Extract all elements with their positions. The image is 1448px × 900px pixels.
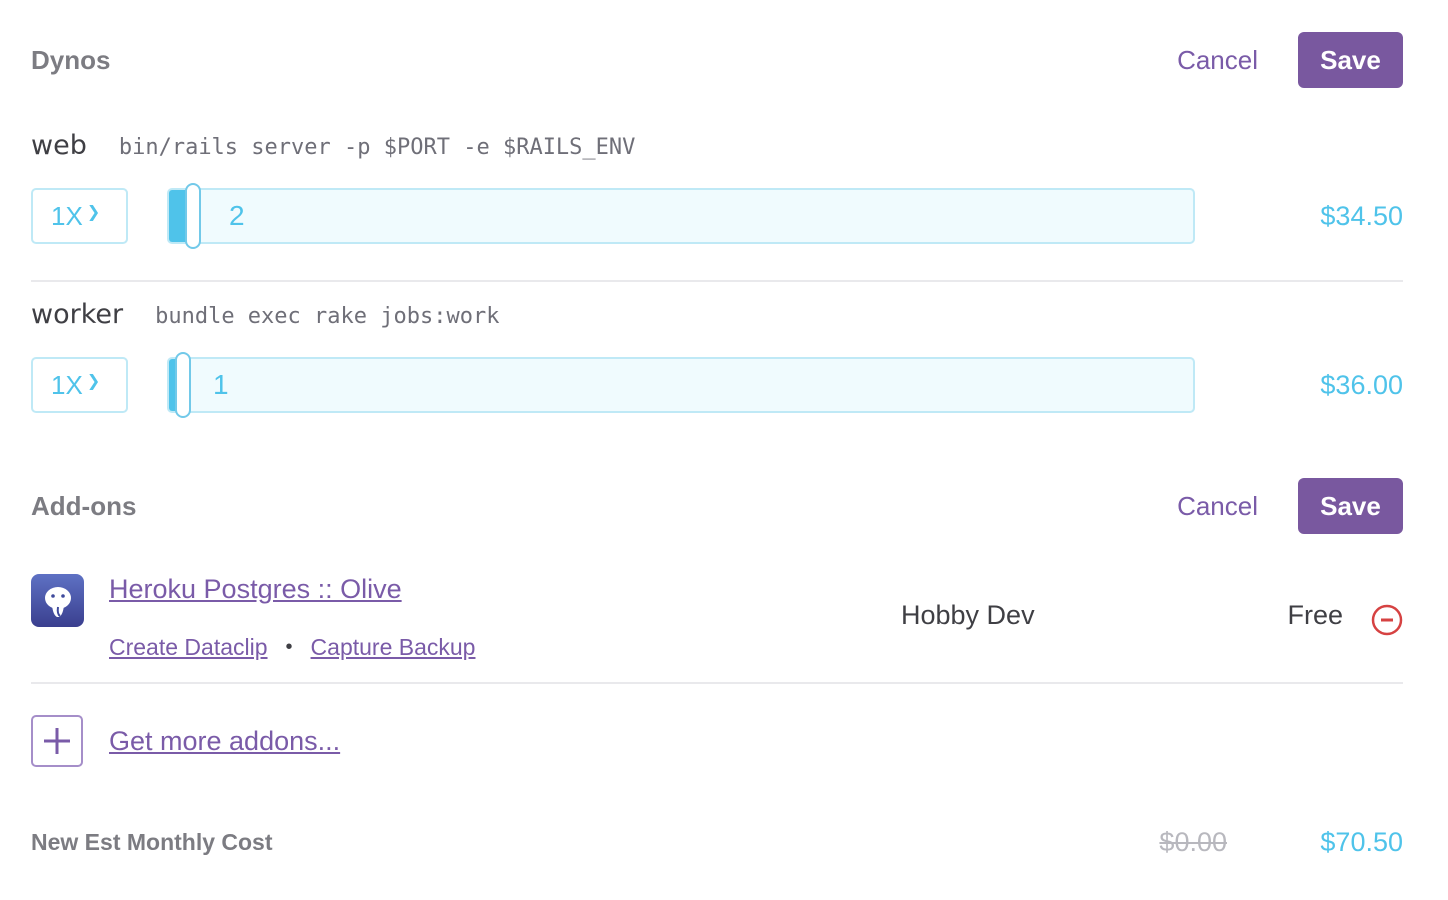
dyno-worker-size-value: 1X <box>51 369 83 400</box>
postgres-elephant-icon <box>31 574 84 627</box>
dyno-web-slider-handle[interactable] <box>185 183 201 249</box>
dyno-web-command: bin/rails server -p $PORT -e $RAILS_ENV <box>118 135 636 160</box>
dyno-web-controls: 1X ❯ 2 $34.50 <box>31 183 1403 249</box>
dynos-title: Dynos <box>31 44 111 75</box>
dyno-web-name: web <box>31 130 87 161</box>
capture-backup-link[interactable]: Capture Backup <box>311 634 476 661</box>
monthly-cost-row: New Est Monthly Cost $0.00 $70.50 <box>31 822 1403 862</box>
dyno-worker-slider-handle[interactable] <box>175 352 191 418</box>
dynos-header: Dynos Cancel Save <box>31 32 1403 88</box>
remove-addon-icon[interactable] <box>1371 604 1403 636</box>
dyno-worker-count[interactable]: 1 <box>213 359 229 411</box>
dyno-divider <box>31 280 1403 282</box>
addon-divider <box>31 682 1403 684</box>
dyno-web-slider[interactable]: 2 <box>167 183 1195 249</box>
dyno-web: web bin/rails server -p $PORT -e $RAILS_… <box>31 130 1403 249</box>
plus-icon[interactable] <box>31 715 83 767</box>
addon-price: Free <box>1287 600 1343 630</box>
addon-plan: Hobby Dev <box>901 600 1035 630</box>
dyno-web-size-value: 1X <box>51 200 83 231</box>
addons-header-actions: Cancel Save <box>1177 478 1403 534</box>
addon-name-link[interactable]: Heroku Postgres :: Olive <box>109 574 402 605</box>
dyno-web-size-select[interactable]: 1X ❯ <box>31 188 128 244</box>
dyno-worker-name: worker <box>31 299 124 330</box>
get-more-addons-link[interactable]: Get more addons... <box>109 726 340 757</box>
dyno-worker-controls: 1X ❯ 1 $36.00 <box>31 352 1403 418</box>
dyno-web-count[interactable]: 2 <box>229 190 245 242</box>
dyno-worker: worker bundle exec rake jobs:work 1X ❯ 1… <box>31 299 1403 418</box>
addons-save-button[interactable]: Save <box>1298 478 1403 534</box>
chevron-down-icon: ❯ <box>86 204 101 221</box>
dyno-worker-info: worker bundle exec rake jobs:work <box>31 299 1403 339</box>
addon-heroku-postgres: Heroku Postgres :: Olive Create Dataclip… <box>31 574 1403 666</box>
addon-actions: Create Dataclip • Capture Backup <box>109 634 475 661</box>
addons-cancel-button[interactable]: Cancel <box>1177 491 1258 522</box>
chevron-down-icon: ❯ <box>86 373 101 390</box>
dynos-cancel-button[interactable]: Cancel <box>1177 45 1258 76</box>
dyno-worker-slider[interactable]: 1 <box>167 352 1195 418</box>
addons-title: Add-ons <box>31 490 137 521</box>
dyno-web-info: web bin/rails server -p $PORT -e $RAILS_… <box>31 130 1403 170</box>
create-dataclip-link[interactable]: Create Dataclip <box>109 634 268 661</box>
dyno-worker-price: $36.00 <box>1320 369 1403 400</box>
new-monthly-cost: $70.50 <box>1320 826 1403 857</box>
dyno-web-price: $34.50 <box>1320 200 1403 231</box>
addons-header: Add-ons Cancel Save <box>31 478 1403 534</box>
dynos-header-actions: Cancel Save <box>1177 32 1403 88</box>
dyno-worker-command: bundle exec rake jobs:work <box>155 304 500 329</box>
dyno-worker-size-select[interactable]: 1X ❯ <box>31 357 128 413</box>
get-more-addons[interactable]: Get more addons... <box>31 715 340 767</box>
dynos-save-button[interactable]: Save <box>1298 32 1403 88</box>
monthly-cost-label: New Est Monthly Cost <box>31 828 273 855</box>
addon-actions-separator: • <box>285 636 293 658</box>
old-monthly-cost: $0.00 <box>1159 826 1227 857</box>
